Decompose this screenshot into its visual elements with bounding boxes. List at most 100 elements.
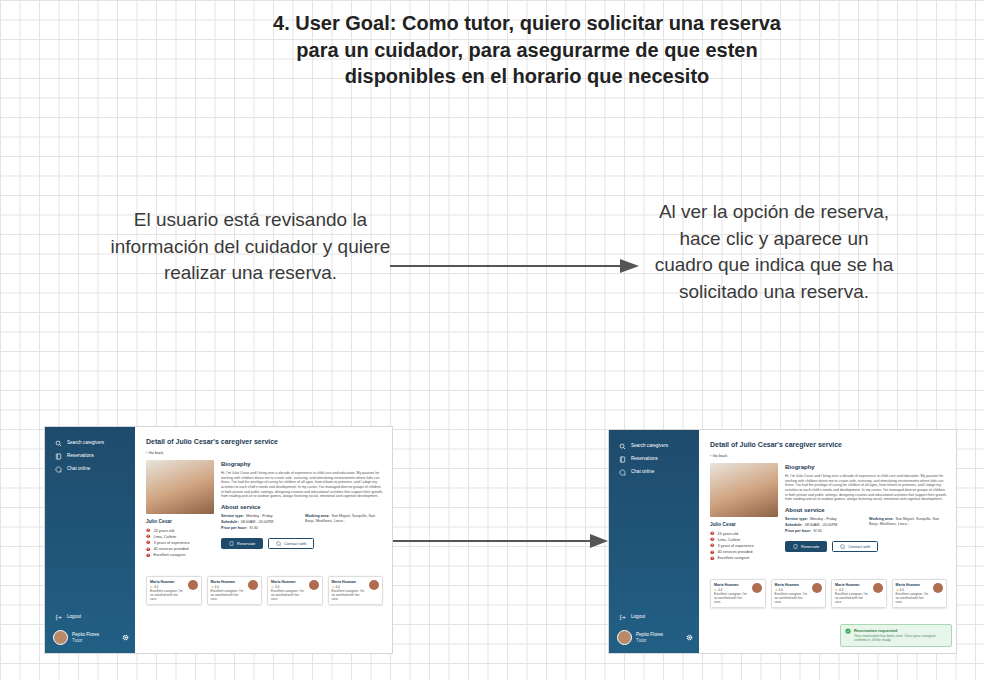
review-text: Excellent caregiver. I'm so satisfied wi…	[714, 592, 749, 604]
caregiver-name: Julio Cesar	[710, 521, 778, 528]
star-icon: ★	[150, 585, 153, 589]
service-field: Schedule:08:00AM - 05:00PM	[785, 523, 863, 528]
user-profile[interactable]: Pepito FloresTutor	[617, 630, 693, 645]
reservate-button[interactable]: Reservate	[785, 541, 827, 552]
back-link[interactable]: ‹ Go back	[146, 450, 383, 456]
biography-text: Hi, I'm Julio Cesar and I bring over a d…	[221, 471, 383, 498]
info-icon	[146, 547, 151, 552]
rating: 4.4	[275, 585, 279, 589]
caregiver-card[interactable]: Maria Huaman★ 4.4Excellent caregiver. I'…	[146, 576, 202, 605]
field-label: Price per hour:	[221, 526, 247, 530]
caregiver-avatar	[369, 580, 379, 590]
field-label: Schedule:	[221, 520, 239, 524]
gear-icon[interactable]	[122, 634, 129, 641]
review-text: Excellent caregiver. I'm so satisfied wi…	[211, 589, 246, 601]
field-label: Service type:	[221, 514, 244, 518]
review-text: Excellent caregiver. I'm so satisfied wi…	[775, 592, 810, 604]
caregiver-avatar	[309, 580, 319, 590]
caregiver-photo	[710, 463, 778, 517]
caregiver-card[interactable]: Maria Huaman★ 4.4Excellent caregiver. I'…	[710, 579, 766, 608]
field-label: Working area:	[305, 514, 330, 518]
service-field: Price per hour:S/.30	[221, 526, 299, 531]
logout-icon	[55, 614, 62, 621]
sidebar-item[interactable]: Reservations	[53, 450, 129, 463]
flow-arrow	[388, 257, 642, 275]
sidebar: Search caregivers Reservations Chat online…	[45, 427, 135, 653]
rating: 4.4	[899, 588, 903, 592]
reservate-button[interactable]: Reservate	[221, 538, 263, 549]
star-icon: ★	[775, 588, 778, 592]
contact-button[interactable]: Contact with	[832, 541, 878, 552]
review-text: Excellent caregiver. I'm so satisfied wi…	[835, 592, 870, 604]
gear-icon[interactable]	[686, 634, 693, 641]
button-label: Contact with	[284, 541, 306, 546]
rating: 4.4	[839, 588, 843, 592]
caregiver-card-name: Maria Huaman	[835, 583, 870, 588]
caregiver-photo	[146, 460, 214, 514]
star-icon: ★	[211, 585, 214, 589]
caregiver-card-name: Maria Huaman	[332, 580, 367, 585]
sidebar-item[interactable]: Search caregivers	[617, 440, 693, 453]
app-screenshot: Search caregiversReservations Chat online…	[609, 430, 956, 653]
caregiver-card[interactable]: Maria Huaman★ 4.4Excellent caregiver. I'…	[831, 579, 887, 608]
logout-label: Logout	[67, 614, 81, 621]
reservation-toast: Reservation requestedYour reservation ha…	[840, 624, 952, 647]
sidebar-item[interactable]: Reservations	[617, 453, 693, 466]
logout-item[interactable]: Logout	[617, 611, 693, 624]
star-icon: ★	[271, 585, 274, 589]
chat-icon	[619, 469, 626, 476]
rating: 4.4	[335, 585, 339, 589]
sidebar-item[interactable]: Chat online	[53, 463, 129, 476]
service-field: Schedule:08:00AM - 05:00PM	[221, 520, 299, 525]
caregiver-card[interactable]: Maria Huaman★ 4.4Excellent caregiver. I'…	[328, 576, 384, 605]
star-icon: ★	[896, 588, 899, 592]
review-text: Excellent caregiver. I'm so satisfied wi…	[271, 589, 306, 601]
caregiver-card[interactable]: Maria Huaman★ 4.4Excellent caregiver. I'…	[267, 576, 323, 605]
review-text: Excellent caregiver. I'm so satisfied wi…	[150, 589, 185, 601]
info-icon	[146, 553, 151, 558]
caregiver-card[interactable]: Maria Huaman★ 4.4Excellent caregiver. I'…	[892, 579, 948, 608]
contact-button[interactable]: Contact with	[268, 538, 314, 549]
sidebar-label: Chat online	[631, 469, 654, 476]
fact-text: Excellent caregiver	[154, 552, 186, 558]
info-icon	[146, 540, 151, 545]
back-link[interactable]: ‹ Go back	[710, 453, 947, 459]
field-value: Monday - Friday	[246, 514, 273, 518]
user-name: Pepito Flores	[72, 632, 118, 638]
service-details: Service type:Monday - Friday Schedule:08:…	[221, 514, 383, 531]
calendar-icon	[619, 456, 626, 463]
flow-arrow	[388, 532, 610, 550]
sidebar-label: Reservations	[67, 453, 94, 460]
caregiver-card[interactable]: Maria Huaman★ 4.4Excellent caregiver. I'…	[771, 579, 827, 608]
caregiver-card[interactable]: Maria Huaman★ 4.4Excellent caregiver. I'…	[207, 576, 263, 605]
review-text: Excellent caregiver. I'm so satisfied wi…	[332, 589, 367, 601]
user-profile[interactable]: Pepito FloresTutor	[53, 630, 129, 645]
sidebar-item[interactable]: Chat online	[617, 466, 693, 479]
section-heading: Biography	[785, 463, 947, 472]
info-icon	[146, 528, 151, 533]
field-label: Working area:	[869, 517, 894, 521]
logout-icon	[619, 614, 626, 621]
field-label: Schedule:	[785, 523, 803, 527]
star-icon: ★	[835, 588, 838, 592]
fact-text: 24 years old	[154, 528, 175, 534]
field-value: S/.30	[249, 526, 258, 530]
rating: 4.4	[778, 588, 782, 592]
sidebar-item[interactable]: Search caregivers	[53, 437, 129, 450]
info-icon	[710, 531, 715, 536]
profile-fact: 40 services provided	[710, 549, 778, 555]
review-text: Excellent caregiver. I'm so satisfied wi…	[896, 592, 931, 604]
rating: 4.4	[214, 585, 218, 589]
info-icon	[710, 537, 715, 542]
caregiver-avatar	[248, 580, 258, 590]
fact-text: 24 years old	[718, 531, 739, 537]
page-title: Detail of Julio Cesar's caregiver servic…	[146, 438, 383, 446]
caregiver-avatar	[812, 583, 822, 593]
field-label: Price per hour:	[785, 529, 811, 533]
info-icon	[710, 556, 715, 561]
caregiver-avatar	[933, 583, 943, 593]
logout-item[interactable]: Logout	[53, 611, 129, 624]
caregiver-avatar	[873, 583, 883, 593]
profile-fact: 24 years old	[146, 528, 214, 534]
caregiver-avatar	[188, 580, 198, 590]
